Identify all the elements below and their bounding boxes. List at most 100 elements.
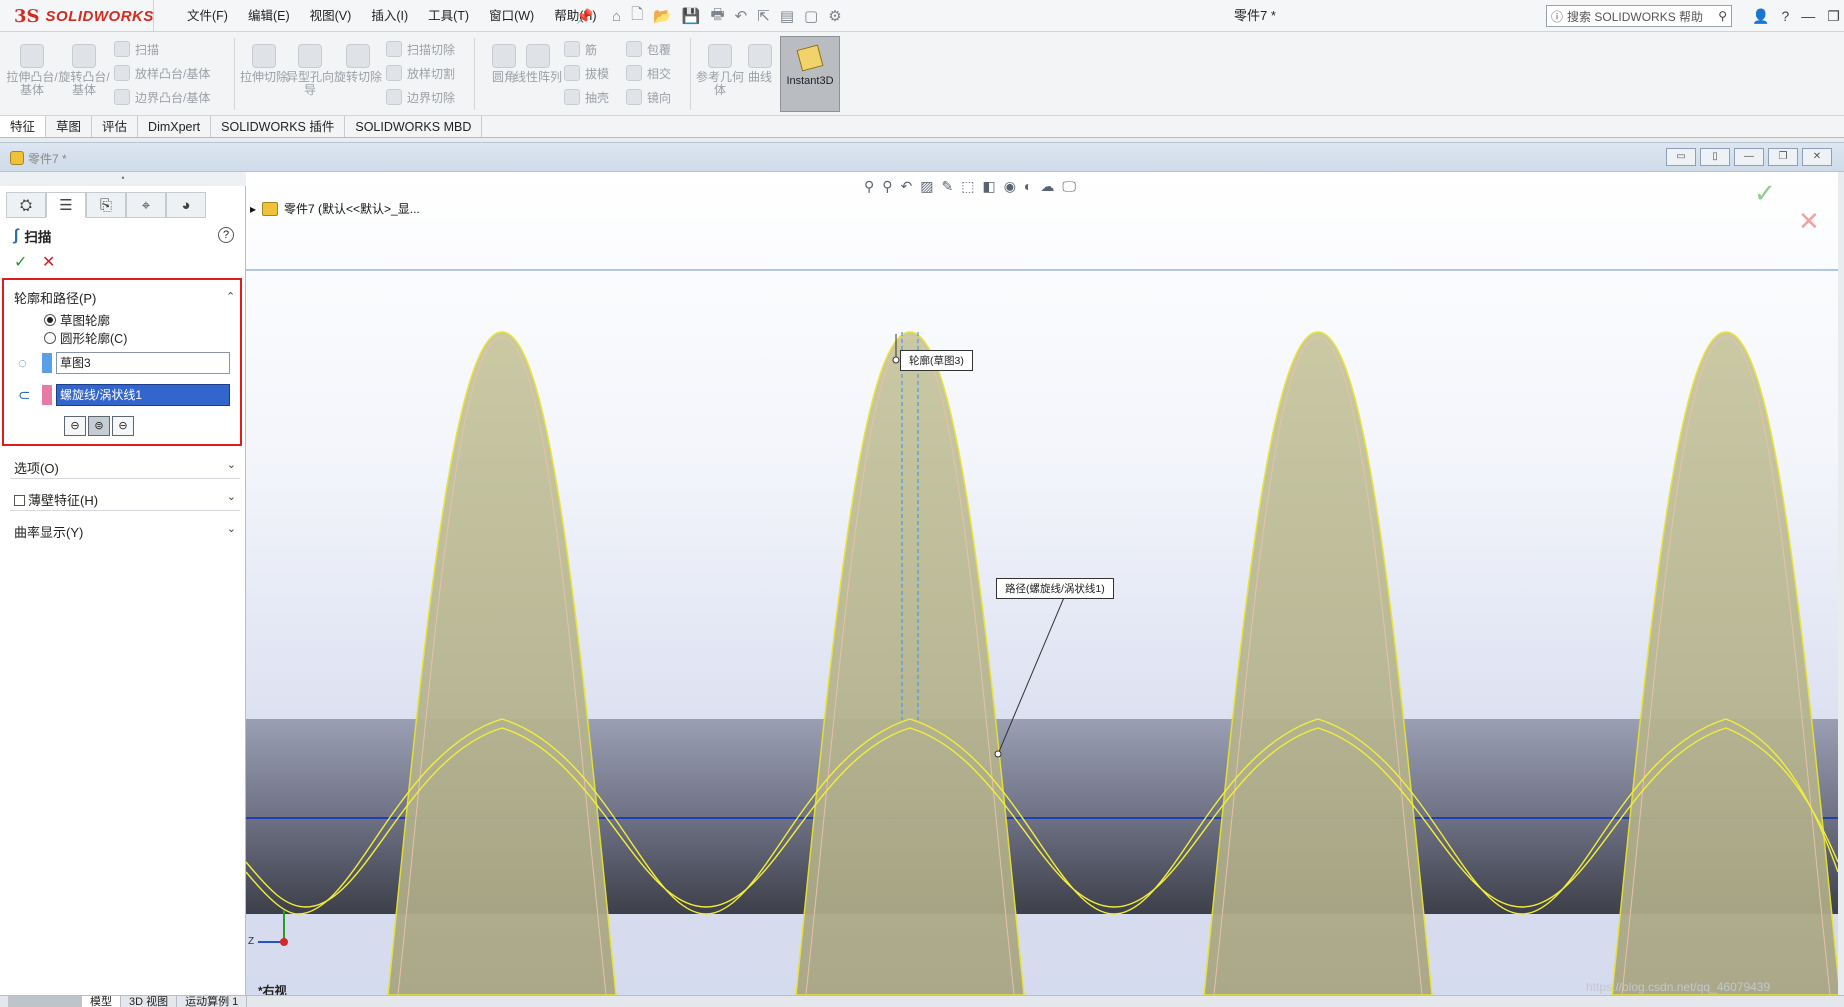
tab-3d-views[interactable]: 3D 视图: [121, 996, 178, 1007]
panel-grip[interactable]: •: [0, 172, 246, 186]
swept-cut-button[interactable]: 扫描切除: [386, 38, 455, 60]
extrude-boss-button[interactable]: 拉伸凸台/基体: [6, 44, 58, 97]
hide-show-icon[interactable]: ◉: [1004, 178, 1016, 195]
feature-tree-tab-icon[interactable]: ⛭: [6, 192, 46, 218]
loft-button[interactable]: 放样凸台/基体: [114, 62, 210, 84]
dynamic-annotation-icon[interactable]: ✎: [942, 178, 954, 195]
previous-view-icon[interactable]: ↶: [901, 178, 913, 195]
confirm-ok-icon[interactable]: ✓: [1754, 178, 1776, 209]
menu-tools[interactable]: 工具(T): [419, 0, 478, 32]
revolve-boss-button[interactable]: 旋转凸台/基体: [58, 44, 110, 97]
new-doc-icon[interactable]: 🗋: [631, 4, 643, 29]
confirm-cancel-icon[interactable]: ✕: [1798, 206, 1820, 237]
menu-insert[interactable]: 插入(I): [362, 0, 417, 32]
help-question-icon[interactable]: ?: [1781, 8, 1789, 24]
view-orientation-icon[interactable]: ⬚: [961, 178, 974, 195]
doc-minimize-icon[interactable]: —: [1734, 148, 1764, 166]
draft-button[interactable]: 拔模: [564, 62, 609, 84]
display-manager-tab-icon[interactable]: ◕: [166, 192, 206, 218]
apply-scene-icon[interactable]: ☁: [1040, 178, 1054, 195]
radio-sketch-profile[interactable]: 草图轮廓: [44, 310, 110, 329]
doc-close-icon[interactable]: ✕: [1802, 148, 1832, 166]
path-callout[interactable]: 路径(螺旋线/涡状线1): [996, 578, 1114, 599]
open-icon[interactable]: 📂: [653, 7, 672, 25]
radio-circular-profile[interactable]: 圆形轮廓(C): [44, 328, 127, 347]
thin-feature-checkbox[interactable]: [14, 495, 25, 506]
cancel-x-icon[interactable]: ✕: [42, 252, 55, 272]
chevron-up-icon[interactable]: ⌃: [226, 290, 235, 303]
thin-feature-section[interactable]: 薄壁特征(H) ⌄: [14, 490, 240, 509]
tab-model[interactable]: 模型: [82, 996, 121, 1007]
tile-horizontal-icon[interactable]: ▭: [1666, 148, 1696, 166]
profile-callout[interactable]: 轮廓(草图3): [900, 350, 973, 371]
home-icon[interactable]: ⌂: [612, 8, 621, 25]
path-selection-field[interactable]: 螺旋线/涡状线1: [56, 384, 230, 406]
doc-restore-icon[interactable]: ❐: [1768, 148, 1798, 166]
menu-edit[interactable]: 编辑(E): [239, 0, 299, 32]
select-icon[interactable]: ⇱: [757, 7, 770, 25]
dimxpert-tab-icon[interactable]: ⌖: [126, 192, 166, 218]
zoom-fit-icon[interactable]: ⚲: [864, 178, 874, 195]
profile-selection-field[interactable]: 草图3: [56, 352, 230, 374]
print-icon[interactable]: 🖶: [711, 4, 725, 29]
tile-vertical-icon[interactable]: ▯: [1700, 148, 1730, 166]
file-props-icon[interactable]: ▢: [804, 7, 818, 25]
radio-dot[interactable]: [44, 331, 56, 344]
view-settings-icon[interactable]: 🖵: [1062, 178, 1076, 195]
extrude-cut-button[interactable]: 拉伸切除: [238, 44, 290, 84]
hole-wizard-button[interactable]: 异型孔向导: [284, 44, 336, 97]
rebuild-icon[interactable]: ▤: [780, 7, 794, 25]
radio-dot-selected[interactable]: [44, 313, 56, 326]
tab-features[interactable]: 特征: [0, 116, 47, 137]
linear-pattern-button[interactable]: 线性阵列: [512, 44, 564, 84]
tab-evaluate[interactable]: 评估: [92, 116, 139, 137]
bidirectional-icon[interactable]: ⊜: [88, 416, 110, 436]
graphics-area[interactable]: ▸ 零件7 (默认<<默认>_显... ⚲ ⚲ ↶ ▨ ✎ ⬚ ◧ ◉ ◐ ☁ …: [246, 172, 1838, 995]
menu-file[interactable]: 文件(F): [178, 0, 237, 32]
feature-tree-flyout[interactable]: ▸ 零件7 (默认<<默认>_显...: [250, 200, 420, 217]
user-icon[interactable]: 👤: [1752, 8, 1769, 25]
save-icon[interactable]: 💾: [682, 7, 701, 25]
lofted-cut-button[interactable]: 放样切割: [386, 62, 455, 84]
tab-addins[interactable]: SOLIDWORKS 插件: [211, 116, 346, 137]
tab-mbd[interactable]: SOLIDWORKS MBD: [345, 116, 483, 137]
minimize-icon[interactable]: —: [1801, 8, 1815, 24]
profile-path-group-title[interactable]: 轮廓和路径(P): [14, 288, 96, 307]
chevron-down-icon[interactable]: ⌄: [227, 490, 236, 503]
chevron-down-icon[interactable]: ⌄: [227, 458, 236, 471]
tab-motion-study[interactable]: 运动算例 1: [177, 996, 248, 1007]
pin-icon[interactable]: 📌: [576, 8, 593, 25]
help-search-box[interactable]: ⓘ 搜索 SOLIDWORKS 帮助 ⚲: [1546, 5, 1732, 27]
undo-icon[interactable]: ↶: [735, 7, 748, 25]
direction-1-icon[interactable]: ⊖: [64, 416, 86, 436]
rib-button[interactable]: 筋: [564, 38, 597, 60]
sweep-button[interactable]: 扫描: [114, 38, 159, 60]
tab-scroll-control[interactable]: [8, 996, 82, 1007]
direction-2-icon[interactable]: ⊖: [112, 416, 134, 436]
solidworks-logo[interactable]: 3S SOLIDWORKS: [0, 0, 154, 32]
intersect-button[interactable]: 相交: [626, 62, 671, 84]
curvature-display-section[interactable]: 曲率显示(Y) ⌄: [14, 522, 240, 541]
curves-button[interactable]: 曲线: [734, 44, 786, 84]
tab-sketch[interactable]: 草图: [46, 116, 93, 137]
zoom-area-icon[interactable]: ⚲: [882, 178, 892, 195]
menu-window[interactable]: 窗口(W): [480, 0, 543, 32]
options-section[interactable]: 选项(O) ⌄: [14, 458, 240, 477]
help-icon[interactable]: ?: [218, 227, 234, 243]
mirror-button[interactable]: 镜向: [626, 86, 671, 108]
shell-button[interactable]: 抽壳: [564, 86, 609, 108]
chevron-down-icon[interactable]: ⌄: [227, 522, 236, 535]
edit-appearance-icon[interactable]: ◐: [1024, 178, 1032, 195]
boundary-boss-button[interactable]: 边界凸台/基体: [114, 86, 210, 108]
search-icon[interactable]: ⚲: [1718, 9, 1727, 23]
display-style-icon[interactable]: ◧: [982, 178, 995, 195]
property-manager-tab-icon[interactable]: ☰: [46, 192, 86, 218]
revolve-cut-button[interactable]: 旋转切除: [332, 44, 384, 84]
options-gear-icon[interactable]: ⚙: [828, 7, 841, 25]
configuration-tab-icon[interactable]: ⎘: [86, 192, 126, 218]
restore-icon[interactable]: ❐: [1827, 8, 1840, 25]
expand-arrow-icon[interactable]: ▸: [250, 202, 256, 216]
ok-check-icon[interactable]: ✓: [14, 252, 27, 272]
wrap-button[interactable]: 包覆: [626, 38, 671, 60]
menu-view[interactable]: 视图(V): [301, 0, 361, 32]
